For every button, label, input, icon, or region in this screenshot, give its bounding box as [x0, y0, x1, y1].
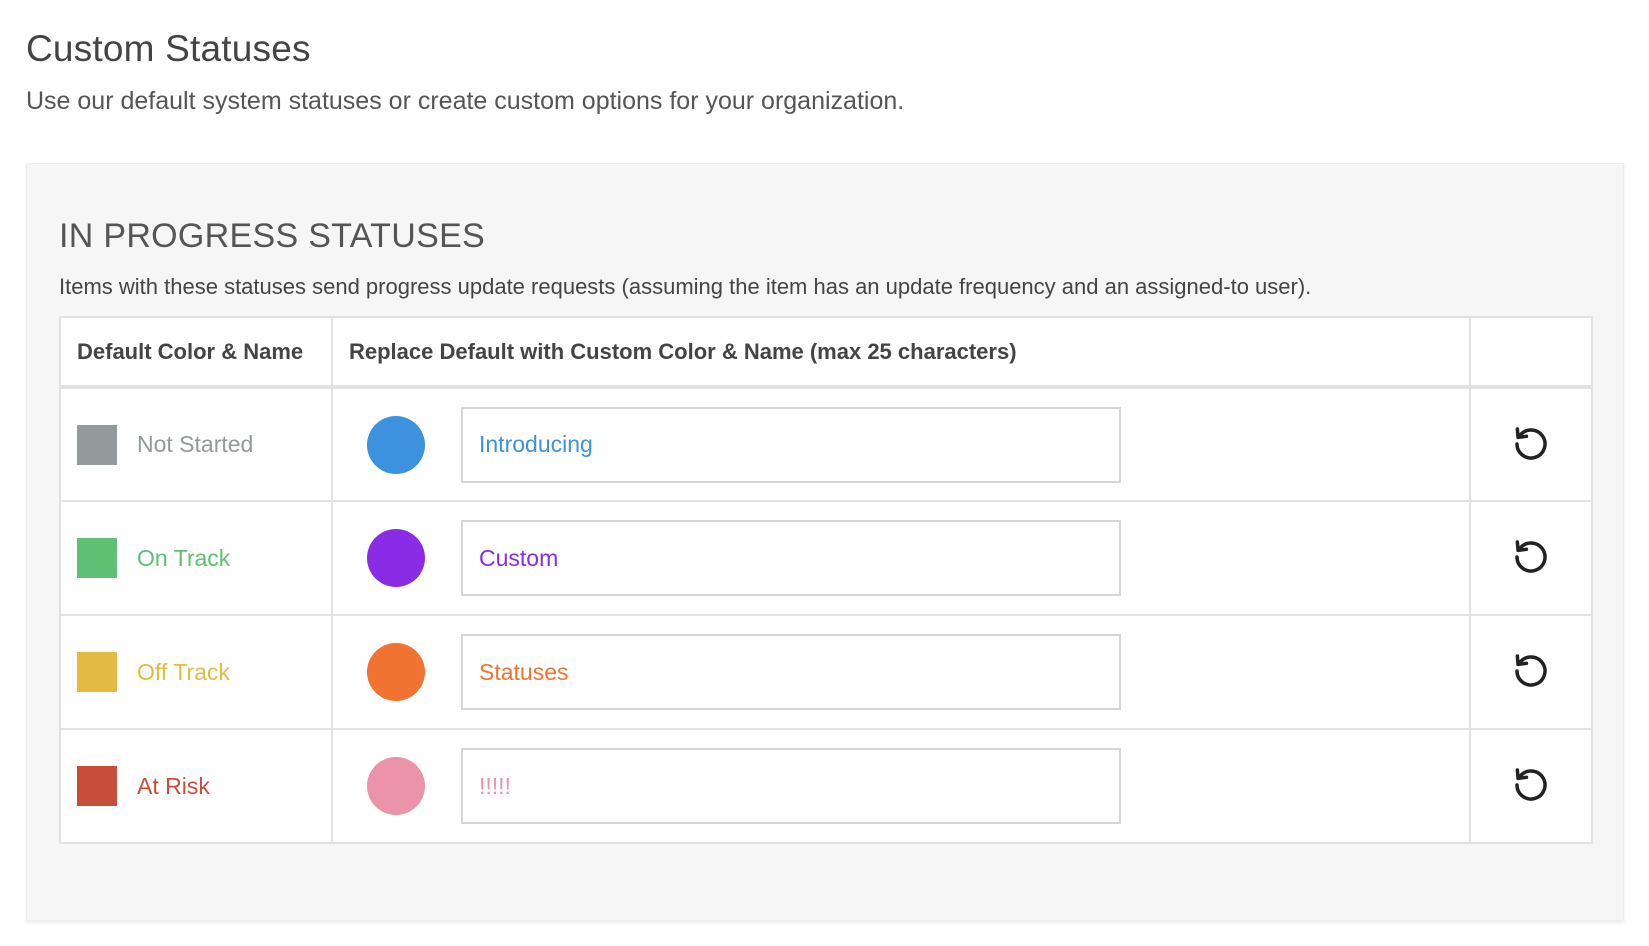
custom-status-cell	[333, 520, 1469, 596]
reset-icon	[1515, 540, 1547, 573]
table-row: Not Started	[59, 386, 1593, 502]
header-reset	[1469, 316, 1593, 389]
default-status-cell: At Risk	[61, 766, 331, 806]
custom-statuses-page: Custom Statuses Use our default system s…	[0, 0, 1649, 946]
page-subtitle: Use our default system statuses or creat…	[26, 87, 905, 115]
section-description: Items with these statuses send progress …	[59, 274, 1312, 299]
default-color-swatch	[77, 652, 117, 692]
in-progress-statuses-panel: IN PROGRESS STATUSES Items with these st…	[26, 163, 1624, 921]
default-status-cell: On Track	[61, 538, 331, 578]
reset-icon	[1515, 654, 1547, 687]
custom-status-cell	[333, 634, 1469, 710]
table-row: At Risk	[59, 728, 1593, 844]
custom-color-picker[interactable]	[367, 415, 425, 474]
default-color-swatch	[77, 538, 117, 578]
custom-name-input[interactable]	[461, 520, 1121, 596]
default-status-cell: Off Track	[61, 652, 331, 692]
header-custom-color-name: Replace Default with Custom Color & Name…	[331, 316, 1471, 389]
custom-name-input[interactable]	[461, 406, 1121, 483]
custom-status-cell	[333, 748, 1469, 824]
table-header-row: Default Color & Name Replace Default wit…	[59, 316, 1593, 389]
default-status-name: At Risk	[137, 772, 210, 799]
status-table: Default Color & Name Replace Default wit…	[59, 316, 1593, 844]
custom-color-picker[interactable]	[367, 643, 425, 701]
custom-status-cell	[333, 406, 1469, 483]
default-status-name: On Track	[137, 544, 231, 571]
default-color-swatch	[77, 424, 117, 465]
default-status-name: Off Track	[137, 658, 230, 685]
reset-icon	[1515, 768, 1547, 801]
reset-button[interactable]	[1507, 420, 1555, 468]
table-row: On Track	[59, 500, 1593, 616]
table-row: Off Track	[59, 614, 1593, 730]
section-title: IN PROGRESS STATUSES	[59, 217, 486, 255]
reset-button[interactable]	[1507, 647, 1555, 695]
custom-name-input[interactable]	[461, 748, 1121, 824]
default-color-swatch	[77, 766, 117, 806]
default-status-name: Not Started	[137, 431, 254, 457]
custom-color-picker[interactable]	[367, 529, 425, 587]
header-default-color-name: Default Color & Name	[59, 316, 333, 389]
reset-button[interactable]	[1507, 533, 1555, 581]
custom-color-picker[interactable]	[367, 757, 425, 815]
reset-icon	[1515, 426, 1547, 460]
page-title: Custom Statuses	[26, 28, 311, 69]
custom-name-input[interactable]	[461, 634, 1121, 710]
reset-button[interactable]	[1507, 761, 1555, 809]
default-status-cell: Not Started	[61, 424, 331, 465]
